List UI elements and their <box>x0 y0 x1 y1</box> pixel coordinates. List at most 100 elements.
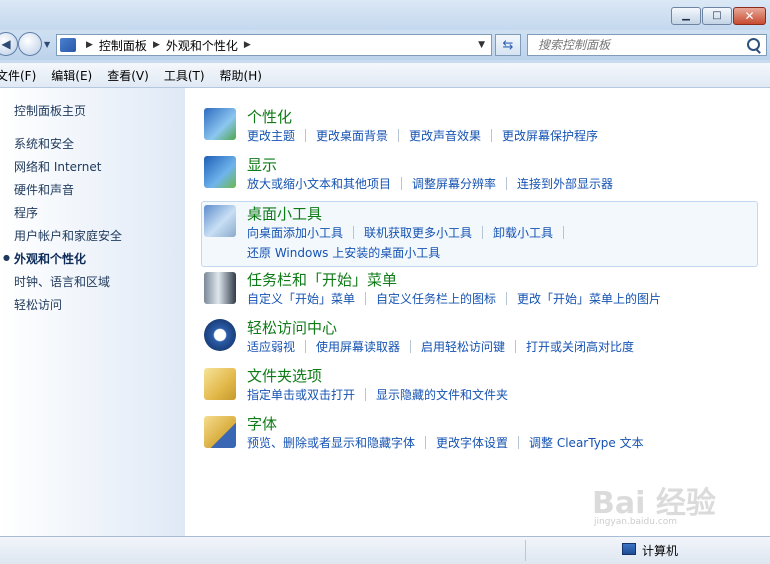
category-title[interactable]: 任务栏和「开始」菜单 <box>247 269 397 290</box>
address-bar[interactable]: ▶ 控制面板 ▶ 外观和个性化 ▶ ▼ <box>56 34 492 56</box>
link-separator <box>563 226 565 239</box>
minimize-button[interactable]: ▁ <box>671 7 701 25</box>
sidebar-item-ease-of-access[interactable]: 轻松访问 <box>14 296 62 313</box>
category-folder-options: 文件夹选项 指定单击或双击打开 显示隐藏的文件和文件夹 <box>201 365 758 405</box>
link-separator <box>365 292 367 305</box>
link-zoom-text[interactable]: 放大或缩小文本和其他项目 <box>247 175 391 192</box>
link-uninstall-gadget[interactable]: 卸载小工具 <box>493 224 553 241</box>
link-get-more-gadgets[interactable]: 联机获取更多小工具 <box>364 224 472 241</box>
category-title[interactable]: 桌面小工具 <box>247 203 322 224</box>
ease-of-access-icon <box>204 319 236 351</box>
sidebar-item-clock-language[interactable]: 时钟、语言和区域 <box>14 273 110 290</box>
chevron-right-icon[interactable]: ▶ <box>244 40 251 50</box>
link-separator <box>506 177 508 190</box>
link-separator <box>353 226 355 239</box>
active-bullet-icon: ● <box>3 253 10 262</box>
control-panel-icon <box>60 38 76 52</box>
category-gadgets: 桌面小工具 向桌面添加小工具 联机获取更多小工具 卸载小工具 还原 Window… <box>201 201 758 267</box>
breadcrumb-control-panel[interactable]: 控制面板 <box>99 37 147 54</box>
category-title[interactable]: 显示 <box>247 154 277 175</box>
link-high-contrast[interactable]: 打开或关闭高对比度 <box>526 338 634 355</box>
computer-icon <box>622 543 636 555</box>
link-customize-start-menu[interactable]: 自定义「开始」菜单 <box>247 290 355 307</box>
category-display: 显示 放大或缩小文本和其他项目 调整屏幕分辨率 连接到外部显示器 <box>201 154 758 194</box>
link-separator <box>506 292 508 305</box>
link-external-display[interactable]: 连接到外部显示器 <box>517 175 613 192</box>
link-restore-gadgets[interactable]: 还原 Windows 上安装的桌面小工具 <box>247 244 440 261</box>
link-separator <box>482 226 484 239</box>
link-change-screensaver[interactable]: 更改屏幕保护程序 <box>502 127 598 144</box>
link-add-gadgets[interactable]: 向桌面添加小工具 <box>247 224 343 241</box>
watermark-url: jingyan.baidu.com <box>594 517 678 527</box>
sidebar-item-system-security[interactable]: 系统和安全 <box>14 135 74 152</box>
menu-file[interactable]: 文件(F) <box>0 67 36 84</box>
sidebar-item-user-accounts[interactable]: 用户帐户和家庭安全 <box>14 227 122 244</box>
close-button[interactable]: ✕ <box>733 7 766 25</box>
sidebar-item-hardware-sound[interactable]: 硬件和声音 <box>14 181 74 198</box>
gadgets-icon <box>204 205 236 237</box>
category-fonts: 字体 预览、删除或者显示和隐藏字体 更改字体设置 调整 ClearType 文本 <box>201 413 758 453</box>
category-title[interactable]: 字体 <box>247 413 277 434</box>
window-controls: ▁ □ ✕ <box>670 7 766 25</box>
search-input[interactable] <box>536 37 740 53</box>
link-single-double-click[interactable]: 指定单击或双击打开 <box>247 386 355 403</box>
category-personalization: 个性化 更改主题 更改桌面背景 更改声音效果 更改屏幕保护程序 <box>201 106 758 146</box>
link-separator <box>425 436 427 449</box>
link-separator <box>518 436 520 449</box>
category-title[interactable]: 个性化 <box>247 106 292 127</box>
close-icon: ✕ <box>744 9 755 23</box>
link-change-sounds[interactable]: 更改声音效果 <box>409 127 481 144</box>
link-separator <box>491 129 493 142</box>
link-change-theme[interactable]: 更改主题 <box>247 127 295 144</box>
menu-edit[interactable]: 编辑(E) <box>51 67 92 84</box>
link-separator <box>365 388 367 401</box>
category-links: 自定义「开始」菜单 自定义任务栏上的图标 更改「开始」菜单上的图片 <box>247 290 661 307</box>
chevron-right-icon[interactable]: ▶ <box>86 40 93 50</box>
category-title[interactable]: 轻松访问中心 <box>247 317 337 338</box>
category-links: 指定单击或双击打开 显示隐藏的文件和文件夹 <box>247 386 508 403</box>
menu-tools[interactable]: 工具(T) <box>164 67 205 84</box>
category-title[interactable]: 文件夹选项 <box>247 365 322 386</box>
search-box[interactable] <box>527 34 767 56</box>
category-links: 更改主题 更改桌面背景 更改声音效果 更改屏幕保护程序 <box>247 127 598 144</box>
search-icon[interactable] <box>747 38 760 51</box>
maximize-icon: □ <box>712 10 722 21</box>
link-cleartype[interactable]: 调整 ClearType 文本 <box>529 434 644 451</box>
refresh-button[interactable]: ⇆ <box>495 34 521 56</box>
breadcrumb-appearance[interactable]: 外观和个性化 <box>166 37 238 54</box>
link-manage-fonts[interactable]: 预览、删除或者显示和隐藏字体 <box>247 434 415 451</box>
link-low-vision[interactable]: 适应弱视 <box>247 338 295 355</box>
link-customize-taskbar-icons[interactable]: 自定义任务栏上的图标 <box>376 290 496 307</box>
forward-button[interactable] <box>18 32 42 56</box>
address-dropdown-icon[interactable]: ▼ <box>478 40 485 50</box>
back-button[interactable]: ◀ <box>0 32 18 56</box>
link-separator <box>398 129 400 142</box>
sidebar-home[interactable]: 控制面板主页 <box>14 102 86 119</box>
link-screen-resolution[interactable]: 调整屏幕分辨率 <box>412 175 496 192</box>
recent-pages-dropdown[interactable]: ▼ <box>44 40 50 49</box>
link-ease-keys[interactable]: 启用轻松访问键 <box>421 338 505 355</box>
link-change-background[interactable]: 更改桌面背景 <box>316 127 388 144</box>
menu-view[interactable]: 查看(V) <box>107 67 149 84</box>
category-links: 向桌面添加小工具 联机获取更多小工具 卸载小工具 <box>247 224 574 241</box>
category-links: 预览、删除或者显示和隐藏字体 更改字体设置 调整 ClearType 文本 <box>247 434 644 451</box>
sidebar-item-programs[interactable]: 程序 <box>14 204 38 221</box>
link-change-start-picture[interactable]: 更改「开始」菜单上的图片 <box>517 290 661 307</box>
sidebar-item-network[interactable]: 网络和 Internet <box>14 158 101 175</box>
link-separator <box>305 340 307 353</box>
link-separator <box>305 129 307 142</box>
menu-help[interactable]: 帮助(H) <box>220 67 262 84</box>
status-divider <box>525 540 526 561</box>
link-screen-reader[interactable]: 使用屏幕读取器 <box>316 338 400 355</box>
maximize-button[interactable]: □ <box>702 7 732 25</box>
link-font-settings[interactable]: 更改字体设置 <box>436 434 508 451</box>
taskbar-icon <box>204 272 236 304</box>
sidebar-item-appearance[interactable]: 外观和个性化 <box>14 250 86 267</box>
fonts-icon <box>204 416 236 448</box>
display-icon <box>204 156 236 188</box>
link-show-hidden-files[interactable]: 显示隐藏的文件和文件夹 <box>376 386 508 403</box>
chevron-right-icon[interactable]: ▶ <box>153 40 160 50</box>
folder-options-icon <box>204 368 236 400</box>
title-bar: ▁ □ ✕ <box>0 0 770 30</box>
personalization-icon <box>204 108 236 140</box>
